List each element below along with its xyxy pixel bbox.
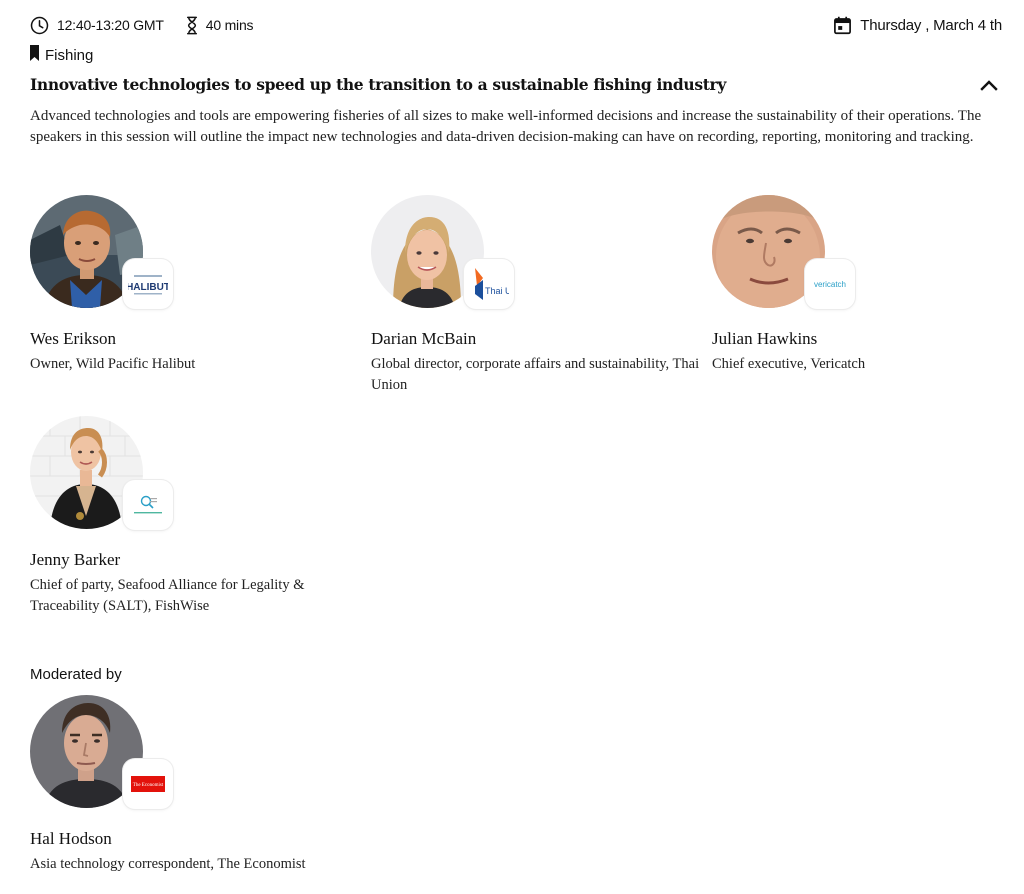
session-time: 12:40-13:20 GMT [30, 16, 164, 35]
svg-text:Thai Unic: Thai Unic [485, 286, 509, 296]
speaker-avatar-group: Thai Unic [371, 195, 516, 310]
svg-text:The Economist: The Economist [133, 783, 164, 788]
speaker-card: Thai Unic Darian McBain Global director,… [371, 195, 701, 395]
session-time-text: 12:40-13:20 GMT [57, 17, 164, 33]
company-logo-badge: vericatch [805, 259, 855, 309]
moderated-by-label: Moderated by [30, 666, 122, 683]
speaker-name: Wes Erikson [30, 329, 116, 348]
chevron-up-icon [980, 78, 998, 96]
session-date-text: Thursday , March 4 th [860, 16, 1002, 34]
speaker-name: Jenny Barker [30, 550, 121, 569]
speaker-name: Julian Hawkins [712, 329, 818, 348]
speaker-avatar-group [30, 416, 175, 531]
session-duration-text: 40 mins [205, 17, 254, 33]
company-logo-badge [123, 480, 173, 530]
speaker-card: vericatch Julian Hawkins Chief executive… [712, 195, 1024, 375]
session-category-label: Fishing [45, 46, 94, 64]
session-duration: 40 mins [186, 16, 254, 35]
session-meta-row: 12:40-13:20 GMT 40 mins Thursday , March… [30, 12, 1002, 38]
speaker-avatar-group: vericatch [712, 195, 857, 310]
company-logo-badge: Thai Unic [464, 259, 514, 309]
session-date: Thursday , March 4 th [833, 16, 1002, 35]
speaker-role: Owner, Wild Pacific Halibut [30, 356, 196, 372]
vericatch-logo: vericatch [814, 280, 846, 289]
company-logo-badge: The Economist [123, 759, 173, 809]
hourglass-icon [186, 16, 206, 35]
bookmark-icon [30, 45, 45, 65]
speaker-role: Global director, corporate affairs and s… [371, 356, 700, 393]
collapse-button[interactable] [976, 74, 1002, 100]
moderator-avatar-group: The Economist [30, 695, 175, 810]
moderator-role: Asia technology correspondent, The Econo… [30, 856, 306, 872]
halibut-logo: HALIBUT [128, 275, 168, 295]
svg-text:HALIBUT: HALIBUT [128, 282, 168, 293]
speaker-role: Chief executive, Vericatch [712, 356, 866, 372]
clock-icon [30, 16, 57, 35]
session-description: Advanced technologies and tools are empo… [30, 108, 982, 145]
speaker-card: Jenny Barker Chief of party, Seafood All… [30, 416, 360, 616]
session-title: Innovative technologies to speed up the … [30, 75, 726, 94]
moderator-name: Hal Hodson [30, 829, 112, 848]
speaker-role: Chief of party, Seafood Alliance for Leg… [30, 577, 305, 614]
speaker-avatar-group: HALIBUT [30, 195, 175, 310]
svg-text:vericatch: vericatch [814, 280, 846, 289]
speaker-name: Darian McBain [371, 329, 477, 348]
company-logo-badge: HALIBUT [123, 259, 173, 309]
salt-logo [134, 495, 162, 514]
speaker-card: HALIBUT Wes Erikson Owner, Wild Pacific … [30, 195, 360, 375]
thai-union-logo: Thai Unic [475, 268, 509, 300]
moderator-card: The Economist Hal Hodson Asia technology… [30, 695, 360, 875]
calendar-icon [833, 16, 860, 35]
economist-logo: The Economist [131, 776, 165, 792]
session-category: Fishing [30, 45, 93, 65]
